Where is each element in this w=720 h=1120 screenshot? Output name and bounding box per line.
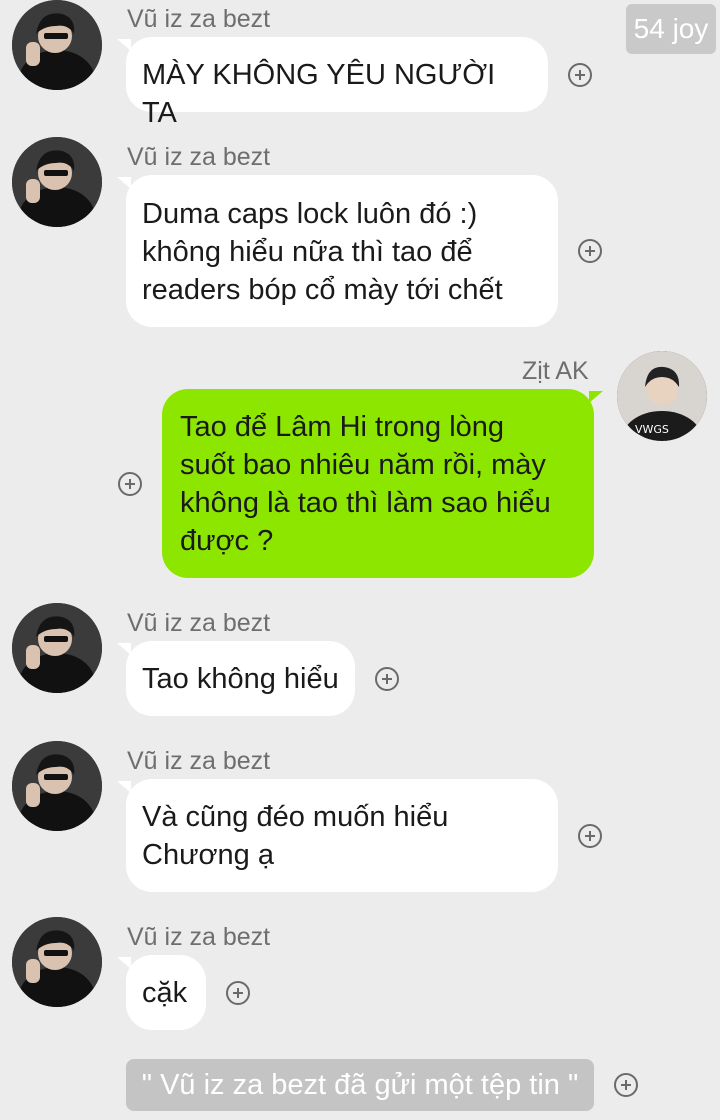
add-reaction-icon[interactable] [375,667,399,691]
message-text: Tao không hiểu [142,663,339,695]
svg-text:VWGS: VWGS [635,423,669,436]
message-bubble[interactable]: Tao để Lâm Hi trong lòng suốt bao nhiêu … [162,389,603,578]
sender-name: Vũ iz za bezt [127,923,271,951]
sender-name: Vũ iz za bezt [127,5,271,33]
message-text: Và cũng đéo muốn hiểu Chương ạ [142,801,449,871]
add-reaction-icon[interactable] [578,239,602,263]
sender-name: Vũ iz za bezt [127,747,271,775]
message-bubble[interactable]: Duma caps lock luôn đó :) không hiểu nữa… [117,175,558,327]
avatar[interactable] [12,603,102,693]
avatar[interactable]: VWGS [617,351,707,441]
add-reaction-icon[interactable] [118,472,142,496]
message-text: MÀY KHÔNG YÊU NGƯỜI TA [142,59,496,129]
sender-name: Zịt AK [522,357,589,385]
add-reaction-icon[interactable] [614,1073,638,1097]
message-text: cặk [142,977,188,1009]
message-bubble[interactable]: cặk [117,955,206,1030]
add-reaction-icon[interactable] [568,63,592,87]
message-text: Tao để Lâm Hi trong lòng suốt bao nhiêu … [180,411,551,557]
add-reaction-icon[interactable] [578,824,602,848]
message-bubble[interactable]: MÀY KHÔNG YÊU NGƯỜI TA [117,37,548,129]
avatar[interactable] [12,0,102,90]
message-text: Duma caps lock luôn đó :) không hiểu nữa… [142,198,503,306]
sender-name: Vũ iz za bezt [127,143,271,171]
sender-name: Vũ iz za bezt [127,609,271,637]
message-bubble[interactable]: Và cũng đéo muốn hiểu Chương ạ [117,779,558,892]
message-bubble[interactable]: Tao không hiểu [117,641,355,716]
unread-badge: 54 joy [626,4,716,54]
avatar[interactable] [12,917,102,1007]
avatar[interactable] [12,741,102,831]
avatar[interactable] [12,137,102,227]
add-reaction-icon[interactable] [226,981,250,1005]
file-sent-notice[interactable]: " Vũ iz za bezt đã gửi một tệp tin " [126,1059,594,1111]
